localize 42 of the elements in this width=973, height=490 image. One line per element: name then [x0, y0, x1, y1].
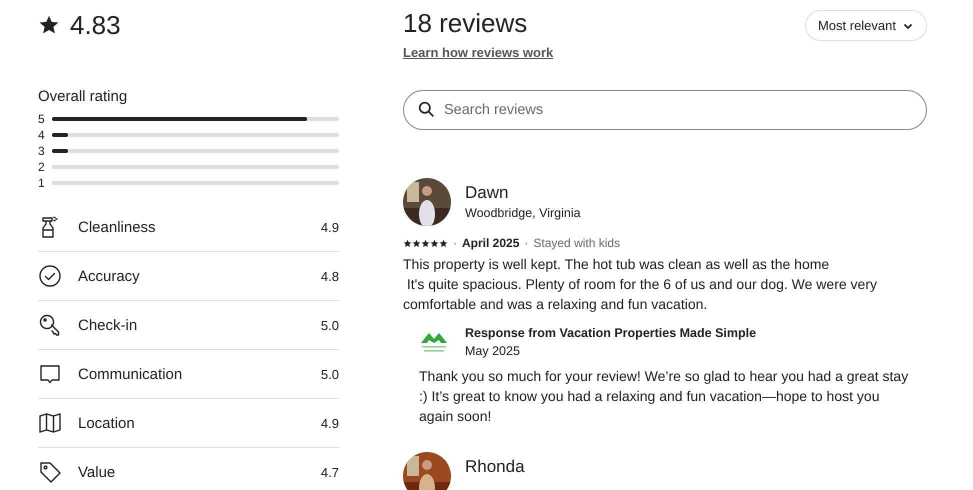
category-label: Communication	[78, 366, 184, 382]
separator-dot: ·	[524, 236, 528, 250]
rating-label: 4	[38, 128, 46, 142]
category-label: Check-in	[78, 316, 138, 334]
chat-bubble-icon	[40, 365, 60, 384]
reviewer-name: Dawn	[465, 183, 510, 203]
separator-dot: ·	[453, 236, 457, 250]
map-icon	[39, 413, 61, 433]
sort-dropdown[interactable]: Most relevant	[804, 10, 927, 41]
trip-type: Stayed with kids	[533, 236, 620, 250]
category-label: Value	[78, 464, 116, 480]
response-title: Response from Vacation Properties Made Simple	[465, 326, 756, 340]
review-text: This property is well kept. The hot tub was clean as well as the home It's quite spacious. Plenty of room for the 6 of us and our dog. We were very comfortable and was a relaxing and fun vacation.	[403, 255, 878, 314]
section-title: Overall rating	[38, 88, 128, 105]
check-circle-icon	[39, 265, 61, 287]
reviewer-location: Woodbridge, Virginia	[465, 206, 581, 220]
rating-label: 1	[38, 176, 46, 190]
review-date: April 2025	[462, 236, 520, 250]
category-score: 4.7	[320, 464, 339, 480]
category-label: Cleanliness	[78, 218, 157, 236]
key-icon	[40, 314, 60, 336]
overall-score: 4.83	[70, 10, 121, 40]
star-icon	[38, 14, 60, 36]
response-date: May 2025	[465, 344, 521, 358]
category-score: 5.0	[320, 366, 339, 382]
spray-bottle-icon	[42, 216, 58, 238]
category-score: 5.0	[320, 318, 339, 332]
category-score: 4.8	[320, 268, 339, 284]
category-score: 4.9	[320, 416, 339, 430]
rating-label: 2	[38, 160, 46, 174]
category-score: 4.9	[320, 220, 339, 234]
search-field[interactable]: Search reviews	[403, 90, 927, 130]
category-label: Accuracy	[78, 268, 141, 284]
learn-link[interactable]: Learn how reviews work	[403, 45, 554, 60]
category-label: Location	[78, 414, 136, 432]
rating-label: 3	[38, 144, 46, 158]
search-icon	[418, 101, 435, 118]
response-text: Thank you so much for your review! We’re so glad to hear you had a great stay :) It’s great to know you had a relaxing and fun vacation—hope to host you again soon!	[419, 367, 910, 426]
rating-label: 5	[38, 112, 46, 126]
reviews-title: 18 reviews	[403, 8, 528, 39]
tag-icon	[40, 462, 61, 483]
reviewer-name: Rhonda	[465, 457, 525, 477]
